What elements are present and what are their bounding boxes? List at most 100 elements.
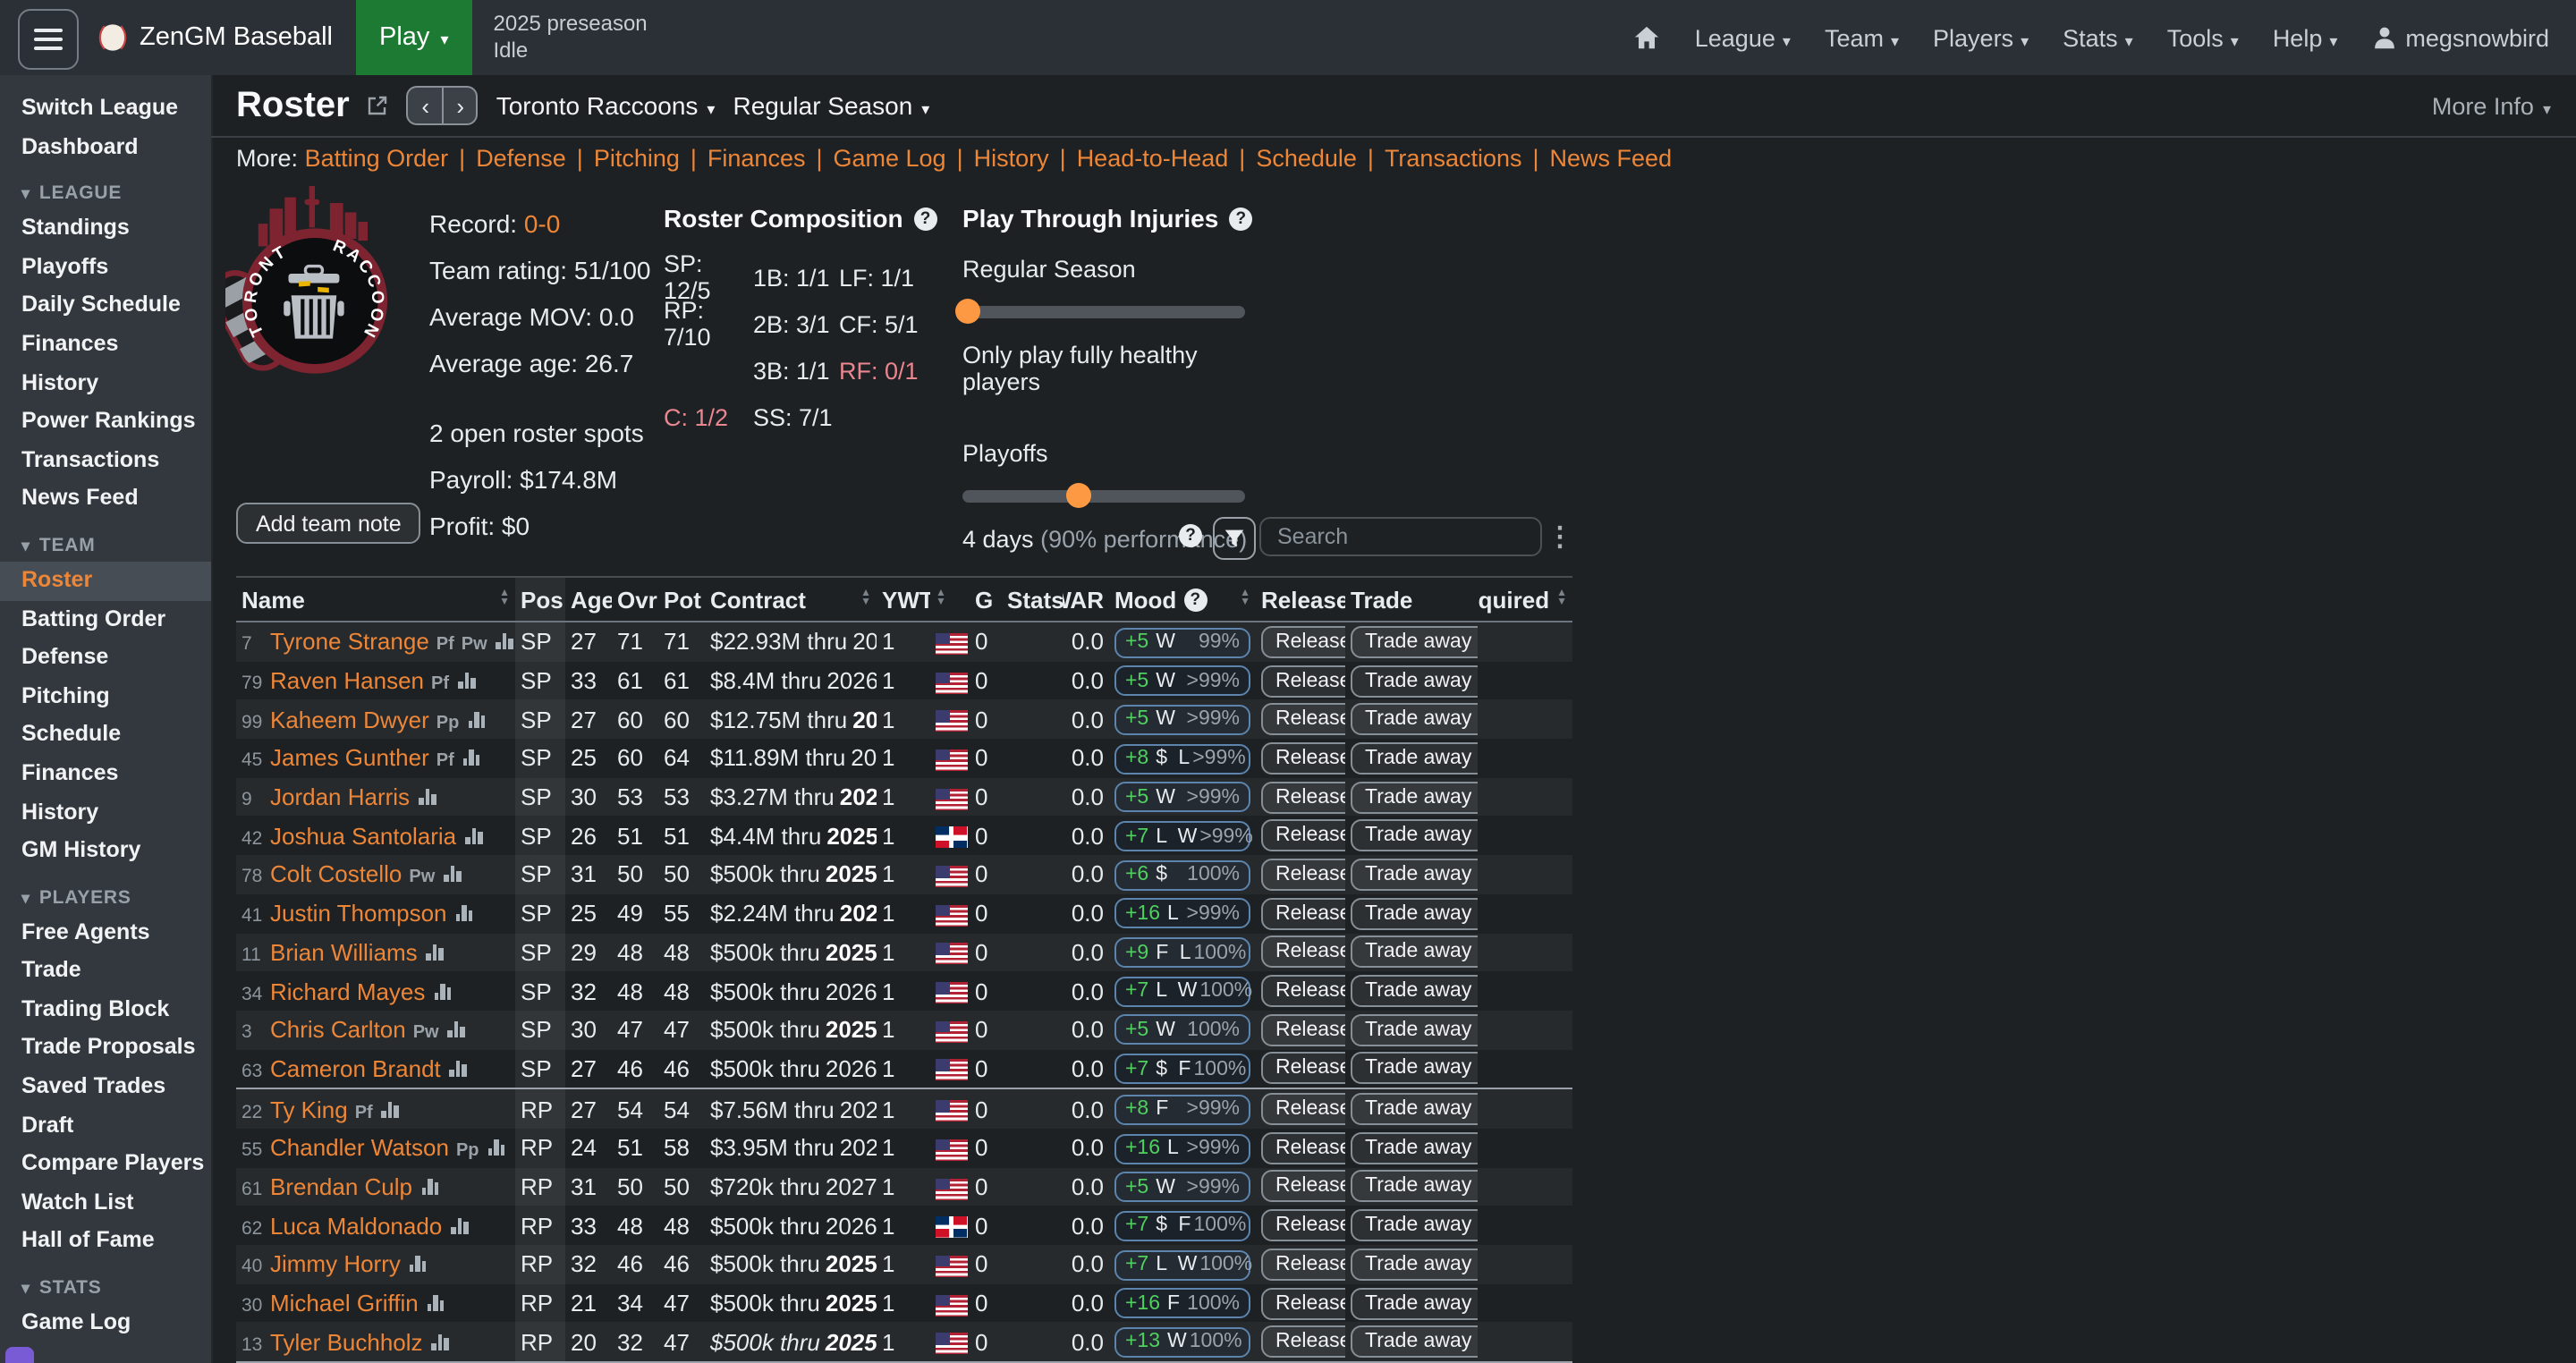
trade-away-button[interactable]: Trade away	[1351, 1132, 1478, 1164]
more-link-finances[interactable]: Finances	[708, 145, 806, 172]
sidebar-item-hall-of-fame[interactable]: Hall of Fame	[0, 1223, 211, 1261]
sidebar-item-trade[interactable]: Trade	[0, 952, 211, 991]
sidebar-section-stats[interactable]: STATS	[0, 1272, 211, 1304]
player-name-link[interactable]: Justin Thompson	[270, 900, 447, 927]
mood-badge[interactable]: +5W>99%	[1114, 1172, 1250, 1202]
sidebar-section-team[interactable]: TEAM	[0, 529, 211, 562]
release-button[interactable]: Release	[1261, 820, 1345, 852]
player-name-link[interactable]: Jordan Harris	[270, 783, 410, 810]
slider-thumb[interactable]	[1066, 483, 1091, 508]
release-button[interactable]: Release	[1261, 1013, 1345, 1046]
sidebar-item-switch-league[interactable]: Switch League	[0, 89, 211, 128]
player-name-link[interactable]: Kaheem Dwyer	[270, 706, 429, 732]
sidebar-item-compare-players[interactable]: Compare Players	[0, 1146, 211, 1184]
sidebar-item-batting-order[interactable]: Batting Order	[0, 600, 211, 639]
more-link-schedule[interactable]: Schedule	[1256, 145, 1357, 172]
stats-chart-icon[interactable]	[434, 983, 451, 999]
release-button[interactable]: Release	[1261, 665, 1345, 697]
playoffs-slider[interactable]	[962, 490, 1245, 503]
trade-away-button[interactable]: Trade away	[1351, 1249, 1478, 1281]
sidebar-section-league[interactable]: LEAGUE	[0, 177, 211, 209]
mood-badge[interactable]: +16F100%	[1114, 1289, 1250, 1319]
brand-link[interactable]: ZenGM Baseball	[98, 0, 333, 75]
column-header-trade[interactable]: Trade	[1345, 577, 1478, 622]
table-menu-button[interactable]	[1546, 517, 1574, 556]
stats-chart-icon[interactable]	[456, 905, 473, 921]
sidebar-item-trade-proposals[interactable]: Trade Proposals	[0, 1029, 211, 1068]
sidebar-item-pitching[interactable]: Pitching	[0, 677, 211, 715]
column-header-release[interactable]: Release	[1256, 577, 1345, 622]
column-header-country[interactable]	[930, 577, 970, 622]
player-name-link[interactable]: Raven Hansen	[270, 667, 424, 694]
release-button[interactable]: Release	[1261, 897, 1345, 929]
column-header-mood[interactable]: Mood	[1109, 577, 1256, 622]
release-button[interactable]: Release	[1261, 1287, 1345, 1319]
trade-away-button[interactable]: Trade away	[1351, 1013, 1478, 1046]
stats-chart-icon[interactable]	[468, 711, 485, 727]
trade-away-button[interactable]: Trade away	[1351, 975, 1478, 1007]
trade-away-button[interactable]: Trade away	[1351, 1209, 1478, 1241]
column-header-war[interactable]: WAR	[1063, 577, 1109, 622]
nav-menu-stats[interactable]: Stats	[2063, 24, 2133, 51]
stats-chart-icon[interactable]	[465, 828, 482, 844]
stats-chart-icon[interactable]	[451, 1217, 468, 1233]
trade-away-button[interactable]: Trade away	[1351, 936, 1478, 969]
trade-away-button[interactable]: Trade away	[1351, 626, 1478, 658]
nav-menu-team[interactable]: Team	[1825, 24, 1899, 51]
slider-thumb[interactable]	[955, 299, 980, 324]
trade-away-button[interactable]: Trade away	[1351, 820, 1478, 852]
trade-away-button[interactable]: Trade away	[1351, 1053, 1478, 1085]
sidebar-item-draft[interactable]: Draft	[0, 1106, 211, 1145]
floating-app-icon[interactable]	[5, 1347, 34, 1363]
stats-chart-icon[interactable]	[419, 789, 436, 805]
sidebar-item-history[interactable]: History	[0, 793, 211, 832]
stats-chart-icon[interactable]	[458, 673, 475, 689]
mood-badge[interactable]: +16L>99%	[1114, 1133, 1250, 1164]
sidebar-item-history[interactable]: History	[0, 364, 211, 402]
sidebar-item-standings[interactable]: Standings	[0, 209, 211, 248]
more-link-head-to-head[interactable]: Head-to-Head	[1077, 145, 1229, 172]
more-link-pitching[interactable]: Pitching	[594, 145, 680, 172]
more-link-history[interactable]: History	[974, 145, 1049, 172]
release-button[interactable]: Release	[1261, 1209, 1345, 1241]
release-button[interactable]: Release	[1261, 975, 1345, 1007]
player-name-link[interactable]: Jimmy Horry	[270, 1251, 401, 1278]
mood-badge[interactable]: +7L W100%	[1114, 1249, 1250, 1280]
column-header-age[interactable]: Age	[565, 577, 612, 622]
release-button[interactable]: Release	[1261, 1325, 1345, 1358]
stats-chart-icon[interactable]	[421, 1179, 438, 1195]
prev-team-button[interactable]: ‹	[407, 86, 443, 125]
trade-away-button[interactable]: Trade away	[1351, 742, 1478, 775]
player-name-link[interactable]: James Gunther	[270, 745, 429, 772]
open-in-new-window-button[interactable]	[368, 95, 389, 116]
mood-badge[interactable]: +7$ F100%	[1114, 1054, 1250, 1084]
sidebar-item-roster[interactable]: Roster	[0, 562, 211, 600]
release-button[interactable]: Release	[1261, 742, 1345, 775]
trade-away-button[interactable]: Trade away	[1351, 897, 1478, 929]
stats-chart-icon[interactable]	[410, 1257, 427, 1273]
sidebar-item-finances[interactable]: Finances	[0, 326, 211, 364]
nav-menu-players[interactable]: Players	[1933, 24, 2029, 51]
more-link-news-feed[interactable]: News Feed	[1550, 145, 1673, 172]
trade-away-button[interactable]: Trade away	[1351, 1171, 1478, 1203]
player-name-link[interactable]: Chandler Watson	[270, 1135, 449, 1162]
player-name-link[interactable]: Luca Maldonado	[270, 1212, 442, 1239]
stats-chart-icon[interactable]	[382, 1101, 399, 1117]
column-header-acquired[interactable]: Acquired	[1478, 577, 1572, 622]
stats-chart-icon[interactable]	[448, 1021, 465, 1037]
sidebar-item-daily-schedule[interactable]: Daily Schedule	[0, 287, 211, 326]
sidebar-item-finances[interactable]: Finances	[0, 755, 211, 793]
player-name-link[interactable]: Joshua Santolaria	[270, 823, 456, 850]
trade-away-button[interactable]: Trade away	[1351, 665, 1478, 697]
nav-menu-help[interactable]: Help	[2273, 24, 2338, 51]
release-button[interactable]: Release	[1261, 1053, 1345, 1085]
player-name-link[interactable]: Richard Mayes	[270, 978, 425, 1004]
release-button[interactable]: Release	[1261, 626, 1345, 658]
mood-badge[interactable]: +7L W100%	[1114, 977, 1250, 1007]
team-dropdown[interactable]: Toronto Raccoons	[496, 91, 716, 120]
player-name-link[interactable]: Colt Costello	[270, 861, 402, 888]
season-dropdown[interactable]: Regular Season	[733, 91, 929, 120]
sidebar-item-dashboard[interactable]: Dashboard	[0, 128, 211, 166]
player-name-link[interactable]: Chris Carlton	[270, 1016, 406, 1043]
sidebar-item-defense[interactable]: Defense	[0, 639, 211, 677]
